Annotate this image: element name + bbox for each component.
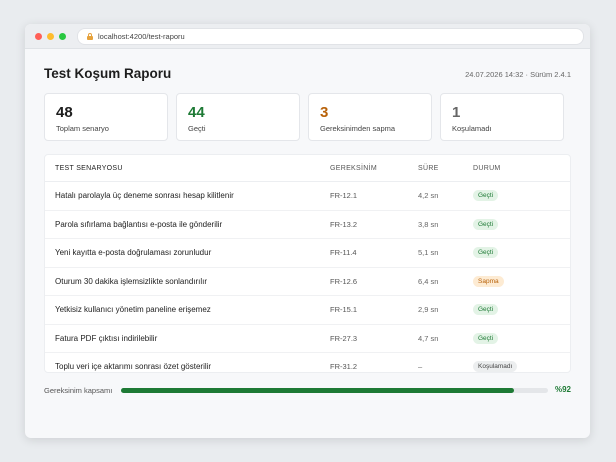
maximize-window-button[interactable]	[59, 32, 66, 40]
status-badge: Koşulamadı	[473, 361, 518, 373]
stat-card-total: 48 Toplam senaryo	[44, 93, 168, 141]
requirement-cell: FR-11.4	[330, 248, 357, 258]
summary-cards: 48 Toplam senaryo 44 Geçti 3 Gereksinimd…	[44, 93, 564, 141]
close-window-button[interactable]	[35, 32, 42, 40]
status-badge: Geçti	[473, 247, 499, 259]
status-cell: Koşulamadı	[473, 361, 563, 373]
stat-value: 48	[56, 104, 73, 121]
requirement-cell: FR-15.1	[330, 305, 358, 315]
stat-label: Koşulamadı	[452, 124, 492, 133]
status-cell: Geçti	[473, 218, 563, 230]
duration-cell: 5,1 sn	[418, 248, 439, 258]
duration-cell: 3,8 sn	[418, 219, 439, 229]
report-meta: 24.07.2026 14:32 · Sürüm 2.4.1	[465, 70, 571, 79]
column-header-scenario[interactable]: TEST SENARYOSU	[45, 165, 330, 172]
stat-label: Toplam senaryo	[56, 124, 109, 133]
requirement-cell: FR-31.2	[330, 362, 358, 372]
scenario-cell: Hatalı parolayla üç deneme sonrası hesap…	[55, 191, 234, 201]
table-row[interactable]: Yeni kayıtta e-posta doğrulaması zorunlu…	[45, 239, 570, 268]
status-cell: Geçti	[473, 190, 563, 202]
duration-cell: 4,7 sn	[418, 333, 439, 343]
status-cell: Geçti	[473, 304, 563, 316]
stat-value: 1	[452, 104, 461, 121]
stat-value: 44	[188, 104, 205, 121]
status-badge: Sapma	[473, 275, 504, 287]
requirement-cell: FR-12.1	[330, 191, 358, 201]
requirement-coverage: Gereksinim kapsamı %92	[44, 384, 571, 398]
coverage-progress-fill	[121, 388, 514, 393]
address-bar[interactable]: localhost:4200/test-raporu	[77, 28, 584, 45]
duration-cell: 4,2 sn	[418, 191, 439, 201]
stat-card-passed: 44 Geçti	[176, 93, 300, 141]
status-badge: Geçti	[473, 304, 499, 316]
scenario-cell: Yetkisiz kullanıcı yönetim paneline eriş…	[55, 305, 211, 315]
lock-icon	[87, 33, 93, 40]
scenario-cell: Parola sıfırlama bağlantısı e-posta ile …	[55, 219, 223, 229]
coverage-value: %92	[554, 385, 571, 394]
scenario-cell: Toplu veri içe aktarımı sonrası özet gös…	[55, 362, 212, 372]
requirement-cell: FR-12.6	[330, 276, 358, 286]
browser-window: localhost:4200/test-raporu Test Koşum Ra…	[25, 24, 590, 438]
stat-label: Gereksinimden sapma	[320, 124, 396, 133]
scenario-cell: Fatura PDF çıktısı indirilebilir	[55, 333, 158, 343]
table-row[interactable]: Hatalı parolayla üç deneme sonrası hesap…	[45, 182, 570, 211]
status-cell: Geçti	[473, 332, 563, 344]
stat-label: Geçti	[188, 124, 206, 133]
duration-cell: –	[418, 362, 423, 372]
browser-titlebar: localhost:4200/test-raporu	[25, 24, 590, 49]
requirement-cell: FR-27.3	[330, 333, 358, 343]
stat-value: 3	[320, 104, 329, 121]
stat-card-deviation: 3 Gereksinimden sapma	[308, 93, 432, 141]
minimize-window-button[interactable]	[47, 32, 54, 40]
table-row[interactable]: Toplu veri içe aktarımı sonrası özet gös…	[45, 353, 570, 381]
table-row[interactable]: Oturum 30 dakika işlemsizlikte sonlandır…	[45, 268, 570, 296]
status-badge: Geçti	[473, 332, 499, 344]
duration-cell: 2,9 sn	[418, 305, 439, 315]
status-badge: Geçti	[473, 190, 499, 202]
table-body: Hatalı parolayla üç deneme sonrası hesap…	[45, 182, 570, 381]
column-header-requirement[interactable]: GEREKSİNİM	[330, 165, 418, 172]
duration-cell: 6,4 sn	[418, 276, 439, 286]
page-header: Test Koşum Raporu 24.07.2026 14:32 · Sür…	[44, 66, 571, 86]
address-url: localhost:4200/test-raporu	[98, 32, 185, 41]
scenario-cell: Oturum 30 dakika işlemsizlikte sonlandır…	[55, 276, 208, 286]
stat-card-not-run: 1 Koşulamadı	[440, 93, 564, 141]
page-title: Test Koşum Raporu	[44, 66, 172, 81]
table-row[interactable]: Parola sıfırlama bağlantısı e-posta ile …	[45, 211, 570, 239]
scenario-cell: Yeni kayıtta e-posta doğrulaması zorunlu…	[55, 248, 212, 258]
column-header-status[interactable]: DURUM	[473, 165, 563, 172]
coverage-progress-bar	[121, 388, 548, 393]
coverage-label: Gereksinim kapsamı	[44, 386, 113, 395]
status-badge: Geçti	[473, 218, 499, 230]
table-header: TEST SENARYOSU GEREKSİNİM SÜRE DURUM	[45, 155, 570, 182]
table-row[interactable]: Fatura PDF çıktısı indirilebilir FR-27.3 4…	[45, 325, 570, 353]
column-header-duration[interactable]: SÜRE	[418, 165, 473, 172]
status-cell: Sapma	[473, 275, 563, 287]
table-row[interactable]: Yetkisiz kullanıcı yönetim paneline eriş…	[45, 296, 570, 325]
test-results-table: TEST SENARYOSU GEREKSİNİM SÜRE DURUM Hat…	[44, 154, 571, 373]
window-controls	[35, 32, 66, 40]
status-cell: Geçti	[473, 247, 563, 259]
requirement-cell: FR-13.2	[330, 219, 358, 229]
